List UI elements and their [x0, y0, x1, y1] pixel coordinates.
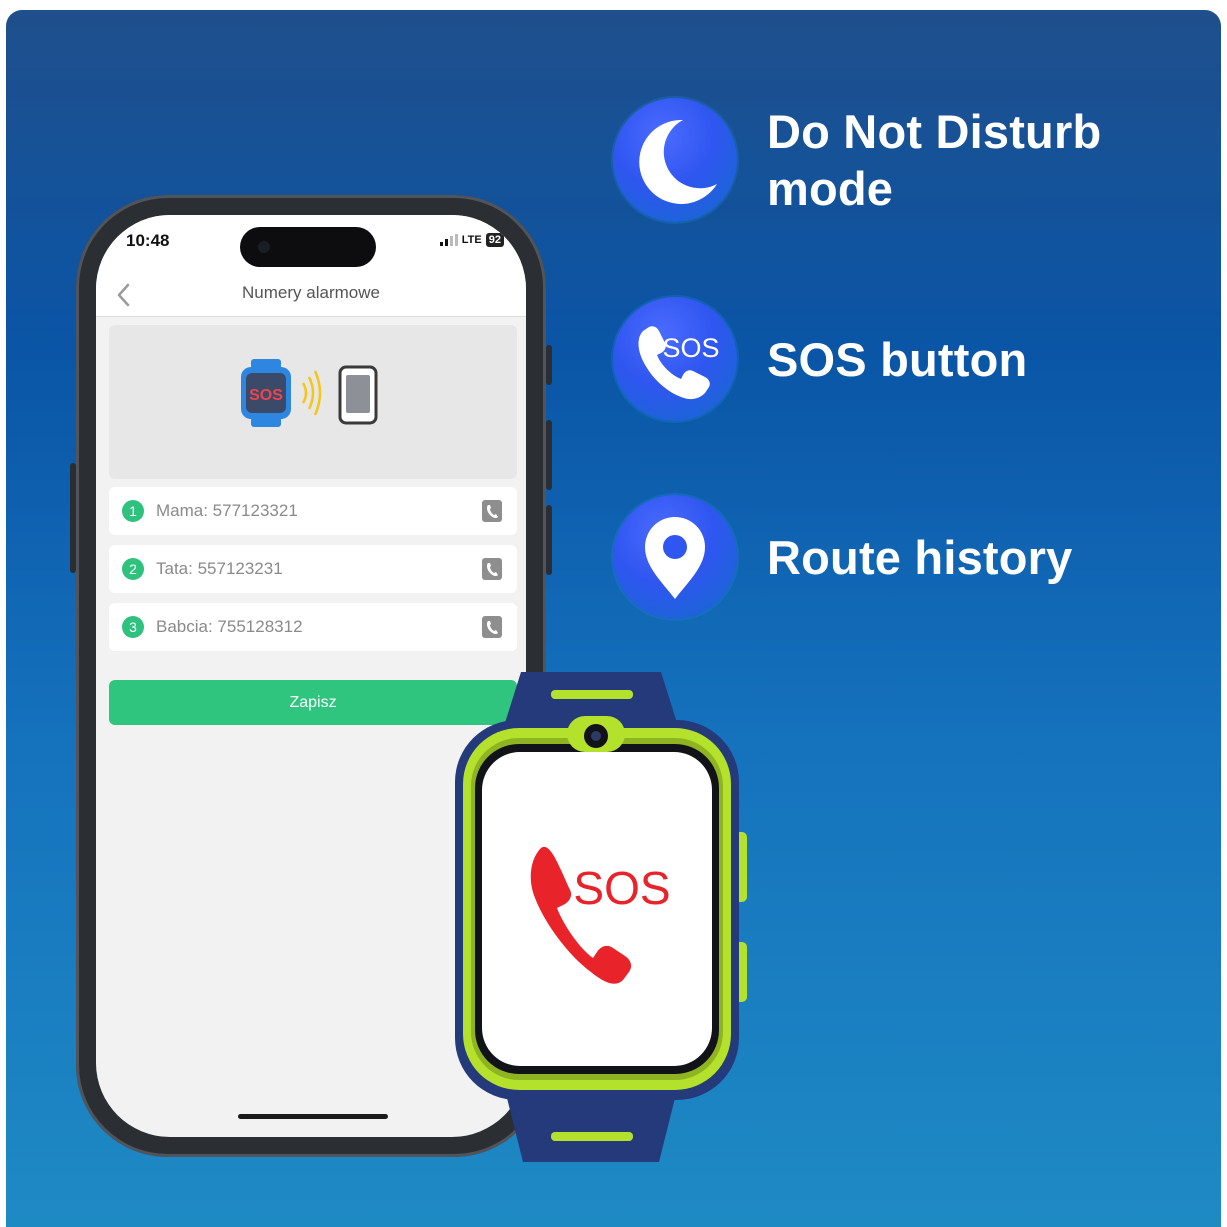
camera-dot	[258, 241, 270, 253]
phone-side-button	[546, 420, 552, 490]
contact-number-badge: 1	[122, 500, 144, 522]
emergency-contact-3[interactable]: 3 Babcia: 755128312	[109, 603, 517, 651]
status-bar: 10:48 LTE 92	[96, 215, 526, 275]
strap-stripe	[551, 1132, 633, 1141]
home-indicator	[238, 1114, 388, 1119]
contact-number-badge: 2	[122, 558, 144, 580]
sos-icon-text: SOS	[662, 333, 719, 363]
feature-label: Do Not Disturb mode	[767, 103, 1101, 217]
feature-line: Do Not Disturb	[767, 105, 1102, 158]
signal-waves-icon	[301, 370, 322, 416]
page-title: Numery alarmowe	[242, 283, 380, 302]
feature-sos-button: SOS SOS button	[613, 297, 1027, 421]
sos-illustration: SOS	[109, 325, 517, 479]
feature-line: mode	[767, 162, 894, 215]
contact-text: Mama: 577123321	[156, 501, 298, 520]
status-time: 10:48	[126, 231, 170, 250]
emergency-contact-1[interactable]: 1 Mama: 577123321	[109, 487, 517, 535]
feature-line: Route history	[767, 530, 1073, 584]
sos-phone-icon: SOS	[613, 297, 737, 421]
app-header: Numery alarmowe	[96, 275, 526, 317]
promo-card: Do Not Disturb mode SOS SOS button Route…	[6, 10, 1221, 1227]
watch-sos-text: SOS	[573, 862, 670, 914]
feature-label: SOS button	[767, 331, 1027, 388]
strap-stripe	[551, 690, 633, 699]
feature-label: Route history	[767, 529, 1073, 586]
phonebook-icon[interactable]	[481, 557, 503, 581]
smartwatch-product: SOS	[451, 672, 751, 1162]
illustration-sos-text: SOS	[249, 387, 283, 404]
phonebook-icon[interactable]	[481, 615, 503, 639]
phonebook-icon[interactable]	[481, 499, 503, 523]
feature-route-history: Route history	[613, 495, 1073, 619]
moon-icon	[613, 98, 737, 222]
contact-text: Tata: 557123231	[156, 559, 283, 578]
contact-text: Babcia: 755128312	[156, 617, 303, 636]
smartphone-icon	[338, 365, 378, 425]
phone-side-button	[546, 505, 552, 575]
contact-number-badge: 3	[122, 616, 144, 638]
watch-sos-icon: SOS	[241, 359, 291, 427]
feature-do-not-disturb: Do Not Disturb mode	[613, 98, 1101, 222]
emergency-contact-2[interactable]: 2 Tata: 557123231	[109, 545, 517, 593]
phone-side-button	[70, 463, 76, 573]
battery-icon: 92	[485, 233, 504, 247]
dynamic-island	[240, 227, 376, 267]
location-pin-icon	[613, 495, 737, 619]
network-label: LTE	[461, 234, 482, 246]
feature-line: SOS button	[767, 332, 1028, 386]
signal-icon	[439, 234, 458, 246]
status-indicators: LTE 92	[439, 233, 504, 247]
phone-side-button	[546, 345, 552, 385]
